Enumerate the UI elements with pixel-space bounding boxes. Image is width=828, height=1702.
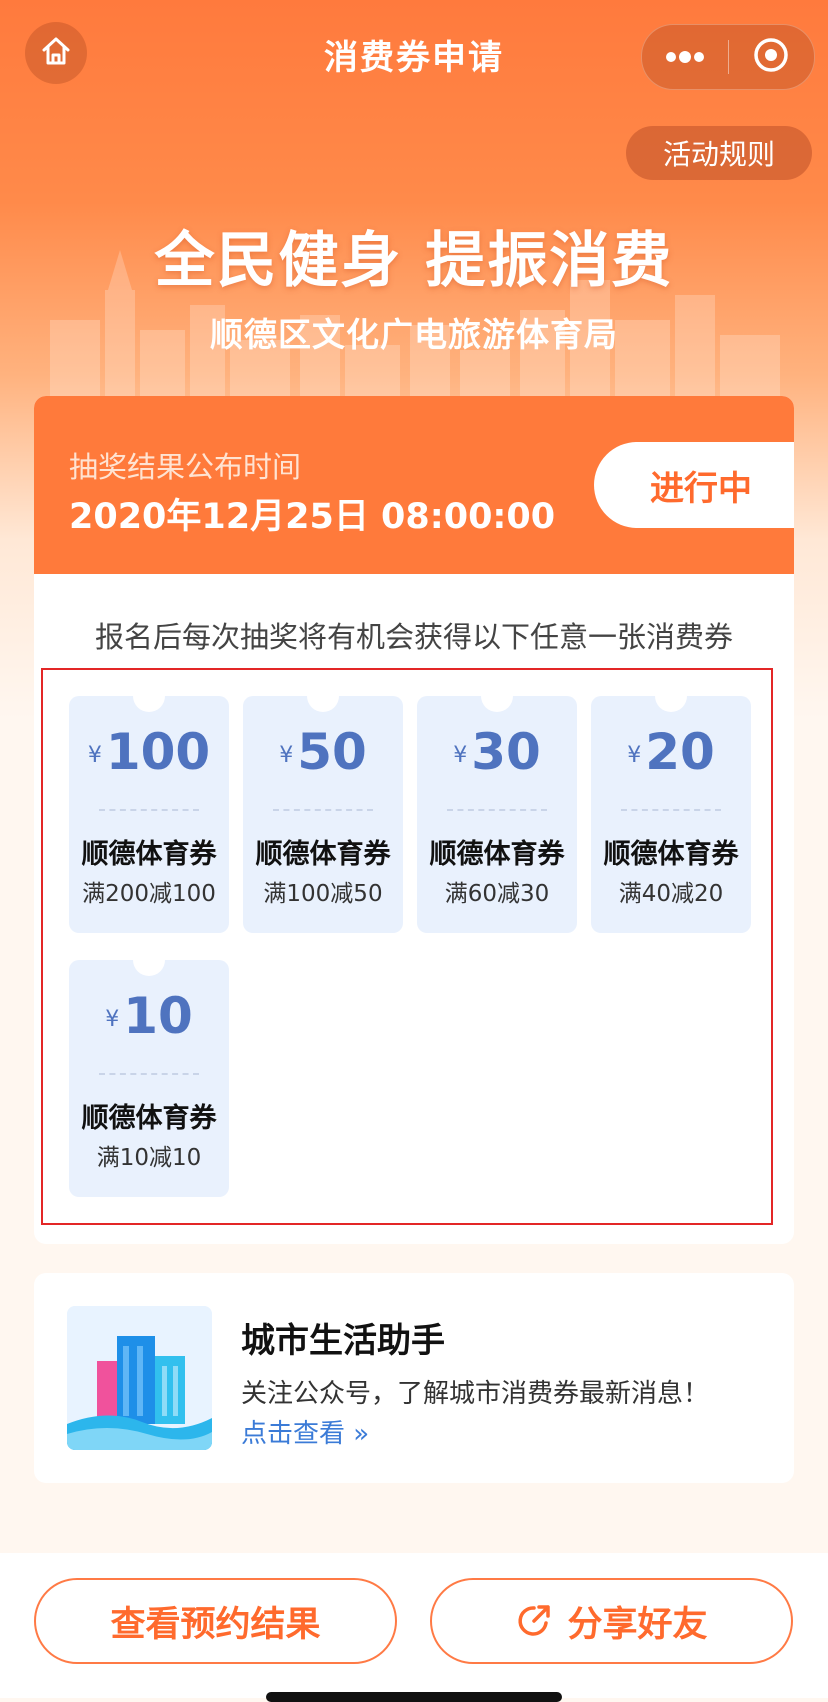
coupon-condition: 满60减30 xyxy=(444,881,550,907)
coupon-divider xyxy=(621,809,721,811)
share-icon xyxy=(515,1602,553,1640)
coupon-highlight-box: ¥100 顺德体育券 满200减100 ¥50 顺德体育券 满100减50 ¥3… xyxy=(41,668,773,1225)
view-result-label: 查看预约结果 xyxy=(110,1604,321,1645)
coupon-divider xyxy=(447,809,547,811)
coupon-condition: 满10减10 xyxy=(96,1145,202,1171)
helper-title: 城市生活助手 xyxy=(241,1321,445,1361)
coupon-name: 顺德体育券 xyxy=(429,839,565,870)
currency-symbol: ¥ xyxy=(453,742,468,768)
draw-time-value: 2020年12月25日 08:00:00 xyxy=(69,497,556,537)
coupon-amount: ¥10 xyxy=(69,988,229,1048)
bottom-action-bar: 查看预约结果 分享好友 xyxy=(0,1553,828,1698)
coupon-value: 100 xyxy=(105,723,211,781)
coupon-notch xyxy=(133,944,165,976)
coupon-value: 20 xyxy=(645,723,715,781)
coupon-amount: ¥30 xyxy=(417,724,577,784)
coupon-notch xyxy=(655,680,687,712)
activity-rules-button[interactable]: 活动规则 xyxy=(626,126,812,180)
currency-symbol: ¥ xyxy=(627,742,642,768)
coupon-condition: 满100减50 xyxy=(263,881,383,907)
share-label: 分享好友 xyxy=(567,1604,708,1645)
draw-info-banner: 抽奖结果公布时间 2020年12月25日 08:00:00 进行中 xyxy=(34,396,794,574)
close-mini-program-button[interactable] xyxy=(729,25,815,89)
coupon-divider xyxy=(273,809,373,811)
view-details-link[interactable]: 点击查看 » xyxy=(241,1413,369,1450)
coupon-name: 顺德体育券 xyxy=(255,839,391,870)
city-helper-card[interactable]: 城市生活助手 关注公众号，了解城市消费券最新消息！ 点击查看 » xyxy=(34,1273,794,1483)
share-button[interactable]: 分享好友 xyxy=(430,1578,793,1664)
coupon-divider xyxy=(99,1073,199,1075)
coupon-name: 顺德体育券 xyxy=(603,839,739,870)
coupon-item: ¥30 顺德体育券 满60减30 xyxy=(417,680,577,933)
hero-subtitle: 顺德区文化广电旅游体育局 xyxy=(210,315,618,354)
more-dots-icon xyxy=(665,48,705,67)
coupon-item: ¥10 顺德体育券 满10减10 xyxy=(69,944,229,1197)
coupon-value: 10 xyxy=(123,987,193,1045)
status-badge: 进行中 xyxy=(594,442,794,528)
coupon-value: 30 xyxy=(471,723,541,781)
coupon-value: 50 xyxy=(297,723,367,781)
coupon-amount: ¥20 xyxy=(591,724,751,784)
coupon-item: ¥20 顺德体育券 满40减20 xyxy=(591,680,751,933)
coupon-item: ¥50 顺德体育券 满100减50 xyxy=(243,680,403,933)
helper-description: 关注公众号，了解城市消费券最新消息！ xyxy=(241,1379,710,1409)
coupon-card: 抽奖结果公布时间 2020年12月25日 08:00:00 进行中 报名后每次抽… xyxy=(34,396,794,1244)
currency-symbol: ¥ xyxy=(105,1006,120,1032)
view-result-button[interactable]: 查看预约结果 xyxy=(34,1578,397,1664)
mini-program-capsule xyxy=(641,24,815,90)
coupon-divider xyxy=(99,809,199,811)
currency-symbol: ¥ xyxy=(279,742,294,768)
coupon-notch xyxy=(133,680,165,712)
coupon-condition: 满40减20 xyxy=(618,881,724,907)
coupon-amount: ¥100 xyxy=(69,724,229,784)
coupon-item: ¥100 顺德体育券 满200减100 xyxy=(69,680,229,933)
coupon-notch xyxy=(307,680,339,712)
currency-symbol: ¥ xyxy=(87,742,102,768)
hero-title: 全民健身 提振消费 xyxy=(154,226,674,296)
coupon-name: 顺德体育券 xyxy=(81,1103,217,1134)
more-button[interactable] xyxy=(642,25,728,89)
coupon-intro-text: 报名后每次抽奖将有机会获得以下任意一张消费券 xyxy=(94,620,733,654)
building-illustration xyxy=(67,1306,212,1450)
target-icon xyxy=(753,37,789,77)
coupon-name: 顺德体育券 xyxy=(81,839,217,870)
draw-time-label: 抽奖结果公布时间 xyxy=(69,450,302,484)
coupon-notch xyxy=(481,680,513,712)
home-indicator xyxy=(266,1692,562,1702)
coupon-condition: 满200减100 xyxy=(82,881,216,907)
coupon-amount: ¥50 xyxy=(243,724,403,784)
